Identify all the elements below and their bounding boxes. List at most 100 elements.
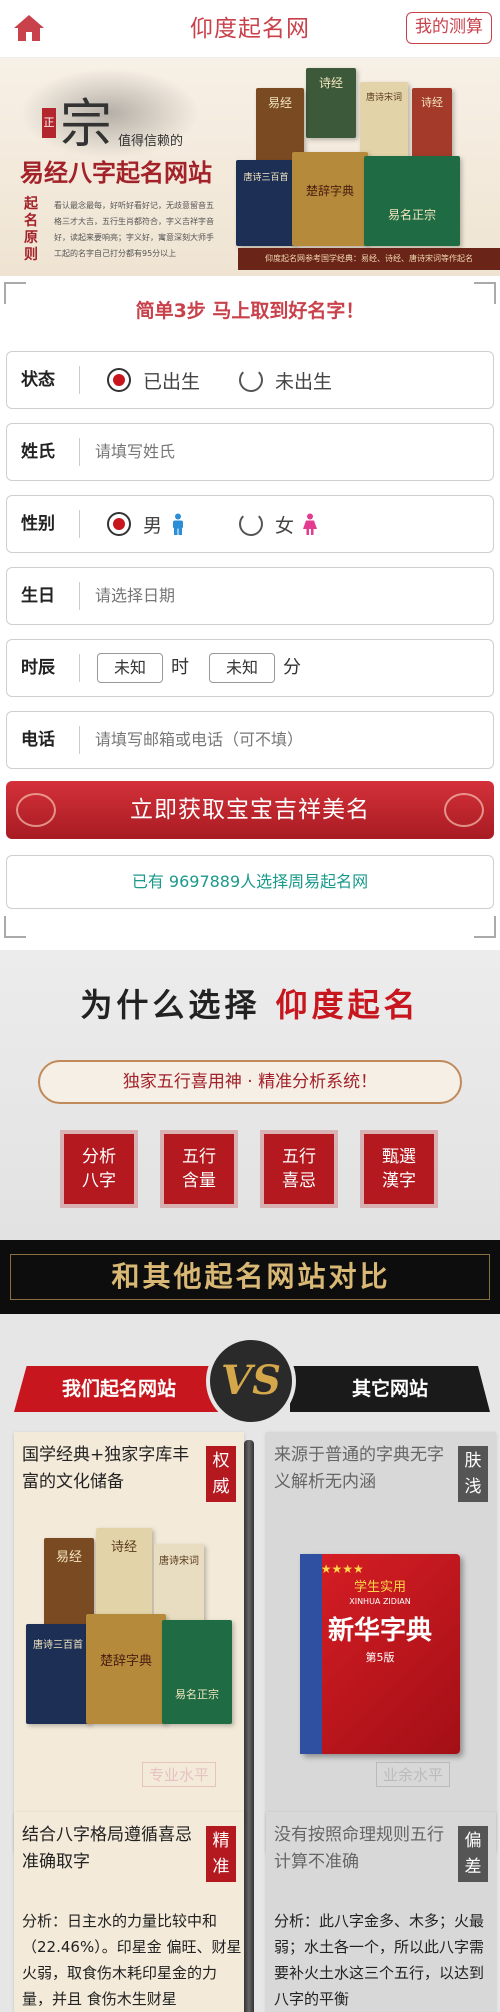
naming-principle-label: 起名原则 [24,196,38,263]
row-separator [79,438,80,466]
birthday-label: 生日 [21,586,55,606]
compare-title: 和其他起名网站对比 [111,1260,391,1293]
dict-top: 学生实用 [353,1580,406,1595]
books-illustration: 诗经 易经 唐诗宋词 诗经 唐诗三百首 楚辞字典 易名正宗 [236,68,486,248]
phone-input[interactable]: 请填写邮箱或电话（可不填） [95,712,303,768]
why-title-dark: 为什么选择 [80,986,261,1024]
other-card-deviation: 没有按照命理规则五行计算不准确 偏差 分析：此八字金多、木多；火最弱；水土各一个… [266,1812,496,2012]
divider-brush [244,1440,254,1880]
badge-shallow: 肤浅 [458,1446,488,1502]
frame-corner-bl [4,916,26,938]
row-separator [79,582,80,610]
tile-wuxing-likes: 五行 喜忌 [264,1134,334,1204]
surname-label: 姓氏 [21,442,55,462]
birthday-input[interactable]: 请选择日期 [95,568,175,624]
tile-line1: 五行 [282,1147,316,1167]
cloud-ornament-right [444,793,484,827]
dict-blue-spine [300,1554,322,1754]
row-separator [79,510,80,538]
radio-checked-icon [107,368,131,392]
phone-label: 电话 [21,730,55,750]
male-person-icon [173,513,184,535]
compare-banner: 和其他起名网站对比 [0,1240,500,1314]
status-label: 状态 [21,370,55,390]
gender-row: 性别 男 女 [6,495,494,553]
surname-row[interactable]: 姓氏 请填写姓氏 [6,423,494,481]
row-separator [79,366,80,394]
banner-strip: 仰度起名网参考国学经典：易经、诗经、唐诗宋词等作起名 [238,248,500,270]
top-header: 仰度起名网 我的测算 [0,0,500,58]
why-title: 为什么选择 仰度起名 [0,980,500,1026]
trust-text: 值得信赖的 [118,134,184,149]
gender-female-radio[interactable]: 女 [239,496,318,552]
badge-precise: 精准 [206,1826,236,1882]
tab-our-site: 我们起名网站 [14,1366,224,1412]
surname-input[interactable]: 请填写姓氏 [95,424,175,480]
banner-headline: 易经八字起名网站 [20,158,212,187]
our-analysis-text: 分析：日主水的力量比较中和（22.46%）。印星金 偏旺、财星火弱，取食伤木耗印… [22,1912,242,2008]
red-seal: 正 [42,108,56,138]
book-yimingzhengzong: 易名正宗 [364,156,460,246]
tile-line1: 分析 [82,1147,116,1167]
our-watermark: 专业水平 [142,1762,217,1787]
badge-authority: 权威 [206,1446,236,1502]
hero-banner: 正 宗 值得信赖的 易经八字起名网站 起名原则 看认最念最每，好听好看好记，无歧… [0,58,500,276]
row-separator [79,726,80,754]
other-analysis-text: 分析：此八字金多、木多；火最弱；水土各一个，所以此八字需要补火土水这三个五行，以… [274,1912,485,2008]
tile-line2: 漢字 [382,1171,416,1191]
birthday-row[interactable]: 生日 请选择日期 [6,567,494,625]
dict-stars: ★★★★★ [310,1562,364,1576]
female-person-icon [303,513,318,535]
book-tangshi: 唐诗宋词 [360,82,408,160]
book-tangshi-300: 唐诗三百首 [26,1624,90,1724]
radio-checked-icon [107,512,131,536]
gender-female-label: 女 [275,514,295,537]
status-unborn-label: 未出生 [275,370,333,393]
our-card-precise-text: 结合八字格局遵循喜忌准确取字 [22,1825,192,1872]
compare-banner-frame: 和其他起名网站对比 [10,1254,490,1300]
our-card-culture-text: 国学经典+独家字库丰富的文化储备 [22,1445,190,1492]
status-unborn-radio[interactable]: 未出生 [239,352,332,408]
book-shijing: 诗经 [96,1528,152,1624]
minute-select[interactable]: 未知 [209,653,275,683]
phone-row[interactable]: 电话 请填写邮箱或电话（可不填） [6,711,494,769]
status-row: 状态 已出生 未出生 [6,351,494,409]
other-card-deviation-text: 没有按照命理规则五行计算不准确 [274,1825,444,1872]
book-tangshi-300: 唐诗三百首 [236,160,296,246]
my-test-button[interactable]: 我的测算 [406,12,492,44]
gender-label: 性别 [21,514,55,534]
book-cizidian: 楚辞字典 [86,1614,166,1724]
tile-line2: 含量 [182,1171,216,1191]
tile-line2: 八字 [82,1171,116,1191]
submit-button-label: 立即获取宝宝吉祥美名 [130,797,370,823]
badge-deviation: 偏差 [458,1826,488,1882]
radio-unchecked-icon [239,512,263,536]
user-count-box: 已有 9697889人选择周易起名网 [6,855,494,909]
gender-male-label: 男 [143,514,163,537]
comparison-section: 我们起名网站 其它网站 VS 国学经典+独家字库丰富的文化储备 权威 易经 诗经… [0,1314,500,2012]
hour-unit: 时 [171,657,189,678]
tile-wuxing-content: 五行 含量 [164,1134,234,1204]
status-born-radio[interactable]: 已出生 [107,352,200,408]
steps-title: 简单3步 马上取到好名字！ [135,300,365,322]
feature-pill: 独家五行喜用神 · 精准分析系统！ [38,1060,462,1104]
cloud-ornament-left [16,793,56,827]
tab-other-sites: 其它网站 [290,1366,490,1412]
tile-analyze-bazi: 分析 八字 [64,1134,134,1204]
other-card-culture-text: 来源于普通的字典无字义解析无内涵 [274,1445,444,1492]
our-card-precise: 结合八字格局遵循喜忌准确取字 精准 分析：日主水的力量比较中和（22.46%）。… [14,1812,244,2012]
our-books-illustration: 易经 诗经 唐诗宋词 唐诗三百首 楚辞字典 易名正宗 [26,1528,232,1728]
book-yimingzhengzong: 易名正宗 [162,1620,232,1724]
tile-line1: 甄選 [382,1147,416,1167]
why-section: 为什么选择 仰度起名 独家五行喜用神 · 精准分析系统！ 分析 八字 五行 含量… [0,950,500,1240]
gender-male-radio[interactable]: 男 [107,496,186,552]
book-shijing: 诗经 [306,68,356,138]
submit-button[interactable]: 立即获取宝宝吉祥美名 [6,781,494,839]
minute-unit: 分 [283,657,301,678]
other-watermark: 业余水平 [376,1762,451,1787]
hour-row: 时辰 未知 时 未知 分 [6,639,494,697]
zong-calligraphy: 宗 [60,95,113,155]
hour-select[interactable]: 未知 [97,653,163,683]
vs-badge: VS [206,1336,296,1426]
why-title-red: 仰度起名 [275,986,420,1024]
